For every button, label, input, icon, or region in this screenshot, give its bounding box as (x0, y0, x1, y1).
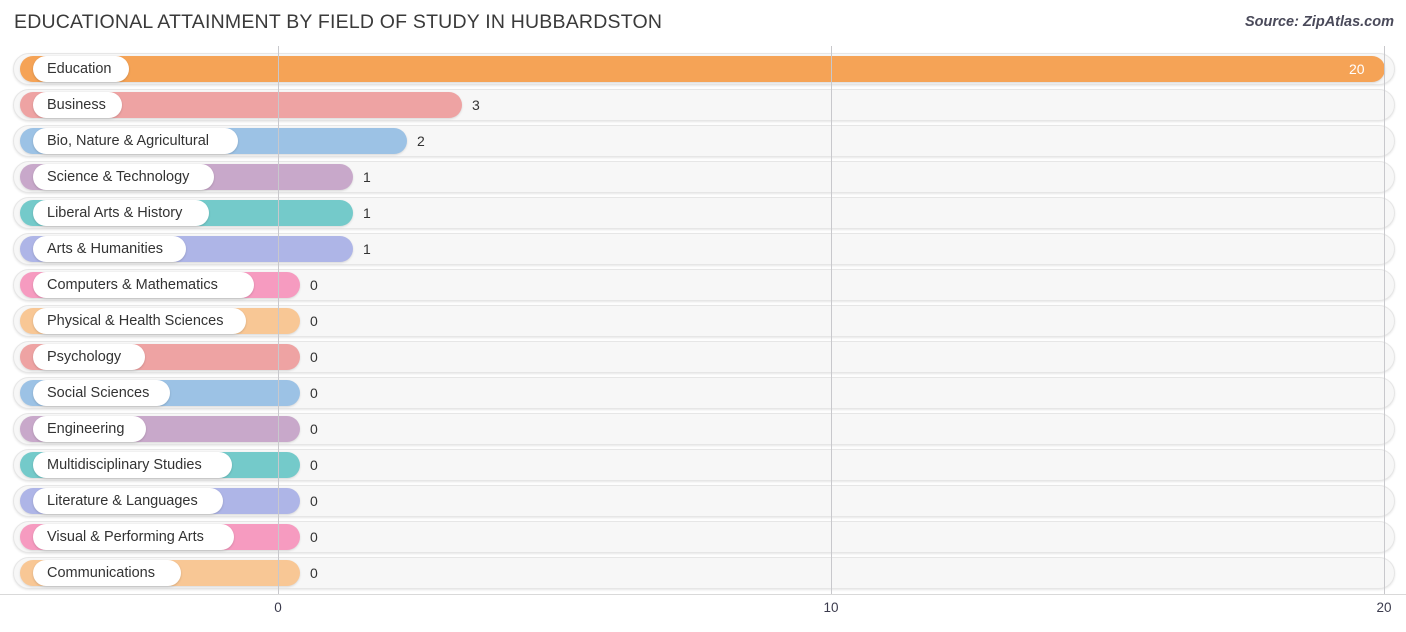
bar-value-label: 0 (310, 349, 318, 365)
bar-value-label: 0 (310, 457, 318, 473)
bar-value-label: 20 (1349, 61, 1365, 77)
category-label-pill: Literature & Languages (33, 488, 223, 514)
axis-tick-label: 0 (274, 600, 282, 615)
axis-tick-label: 10 (823, 600, 839, 615)
category-label-pill: Communications (33, 560, 181, 586)
table-row[interactable]: Education 20 (0, 53, 1406, 85)
category-label: Visual & Performing Arts (47, 529, 204, 545)
category-label: Computers & Mathematics (47, 277, 218, 293)
category-label: Liberal Arts & History (47, 205, 183, 221)
category-label: Science & Technology (47, 169, 190, 185)
table-row[interactable]: Arts & Humanities 1 (0, 233, 1406, 265)
category-label: Social Sciences (47, 385, 150, 401)
bar[interactable] (20, 56, 1385, 82)
category-label: Literature & Languages (47, 493, 198, 509)
table-row[interactable]: Visual & Performing Arts 0 (0, 521, 1406, 553)
table-row[interactable]: Engineering 0 (0, 413, 1406, 445)
category-label: Physical & Health Sciences (47, 313, 224, 329)
table-row[interactable]: Literature & Languages 0 (0, 485, 1406, 517)
bar-value-label: 0 (310, 565, 318, 581)
category-label-pill: Science & Technology (33, 164, 214, 190)
category-label-pill: Physical & Health Sciences (33, 308, 246, 334)
bar-value-label: 1 (363, 205, 371, 221)
table-row[interactable]: Physical & Health Sciences 0 (0, 305, 1406, 337)
bar-value-label: 0 (310, 277, 318, 293)
category-label: Education (47, 61, 112, 77)
category-label-pill: Psychology (33, 344, 145, 370)
x-axis: 0 10 20 (0, 594, 1406, 632)
table-row[interactable]: Bio, Nature & Agricultural 2 (0, 125, 1406, 157)
axis-line (0, 594, 1406, 595)
category-label-pill: Social Sciences (33, 380, 170, 406)
bar-value-label: 0 (310, 313, 318, 329)
table-row[interactable]: Psychology 0 (0, 341, 1406, 373)
axis-tick-label: 20 (1376, 600, 1392, 615)
category-label: Business (47, 97, 106, 113)
category-label: Psychology (47, 349, 122, 365)
chart-header: EDUCATIONAL ATTAINMENT BY FIELD OF STUDY… (0, 0, 1406, 46)
bar-value-label: 2 (417, 133, 425, 149)
bar-value-label: 0 (310, 421, 318, 437)
category-label-pill: Arts & Humanities (33, 236, 186, 262)
category-label: Arts & Humanities (47, 241, 164, 257)
table-row[interactable]: Liberal Arts & History 1 (0, 197, 1406, 229)
category-label-pill: Engineering (33, 416, 146, 442)
table-row[interactable]: Communications 0 (0, 557, 1406, 589)
category-label-pill: Multidisciplinary Studies (33, 452, 232, 478)
table-row[interactable]: Science & Technology 1 (0, 161, 1406, 193)
category-label-pill: Bio, Nature & Agricultural (33, 128, 238, 154)
table-row[interactable]: Social Sciences 0 (0, 377, 1406, 409)
category-label-pill: Education (33, 56, 129, 82)
bar-value-label: 0 (310, 385, 318, 401)
bar-value-label: 0 (310, 529, 318, 545)
source-attribution: Source: ZipAtlas.com (1244, 14, 1394, 30)
bar-value-label: 3 (472, 97, 480, 113)
category-label-pill: Liberal Arts & History (33, 200, 209, 226)
page-title: EDUCATIONAL ATTAINMENT BY FIELD OF STUDY… (14, 11, 663, 33)
category-label: Multidisciplinary Studies (47, 457, 202, 473)
table-row[interactable]: Computers & Mathematics 0 (0, 269, 1406, 301)
category-label-pill: Computers & Mathematics (33, 272, 254, 298)
category-label-pill: Visual & Performing Arts (33, 524, 234, 550)
table-row[interactable]: Business 3 (0, 89, 1406, 121)
table-row[interactable]: Multidisciplinary Studies 0 (0, 449, 1406, 481)
category-label: Communications (47, 565, 155, 581)
bar-value-label: 0 (310, 493, 318, 509)
category-label: Engineering (47, 421, 125, 437)
chart-plot-area: Education 20 Business 3 Bio, Nature & Agricu… (0, 46, 1406, 594)
category-label-pill: Business (33, 92, 122, 118)
bar-value-label: 1 (363, 241, 371, 257)
category-label: Bio, Nature & Agricultural (47, 133, 209, 149)
bar-value-label: 1 (363, 169, 371, 185)
